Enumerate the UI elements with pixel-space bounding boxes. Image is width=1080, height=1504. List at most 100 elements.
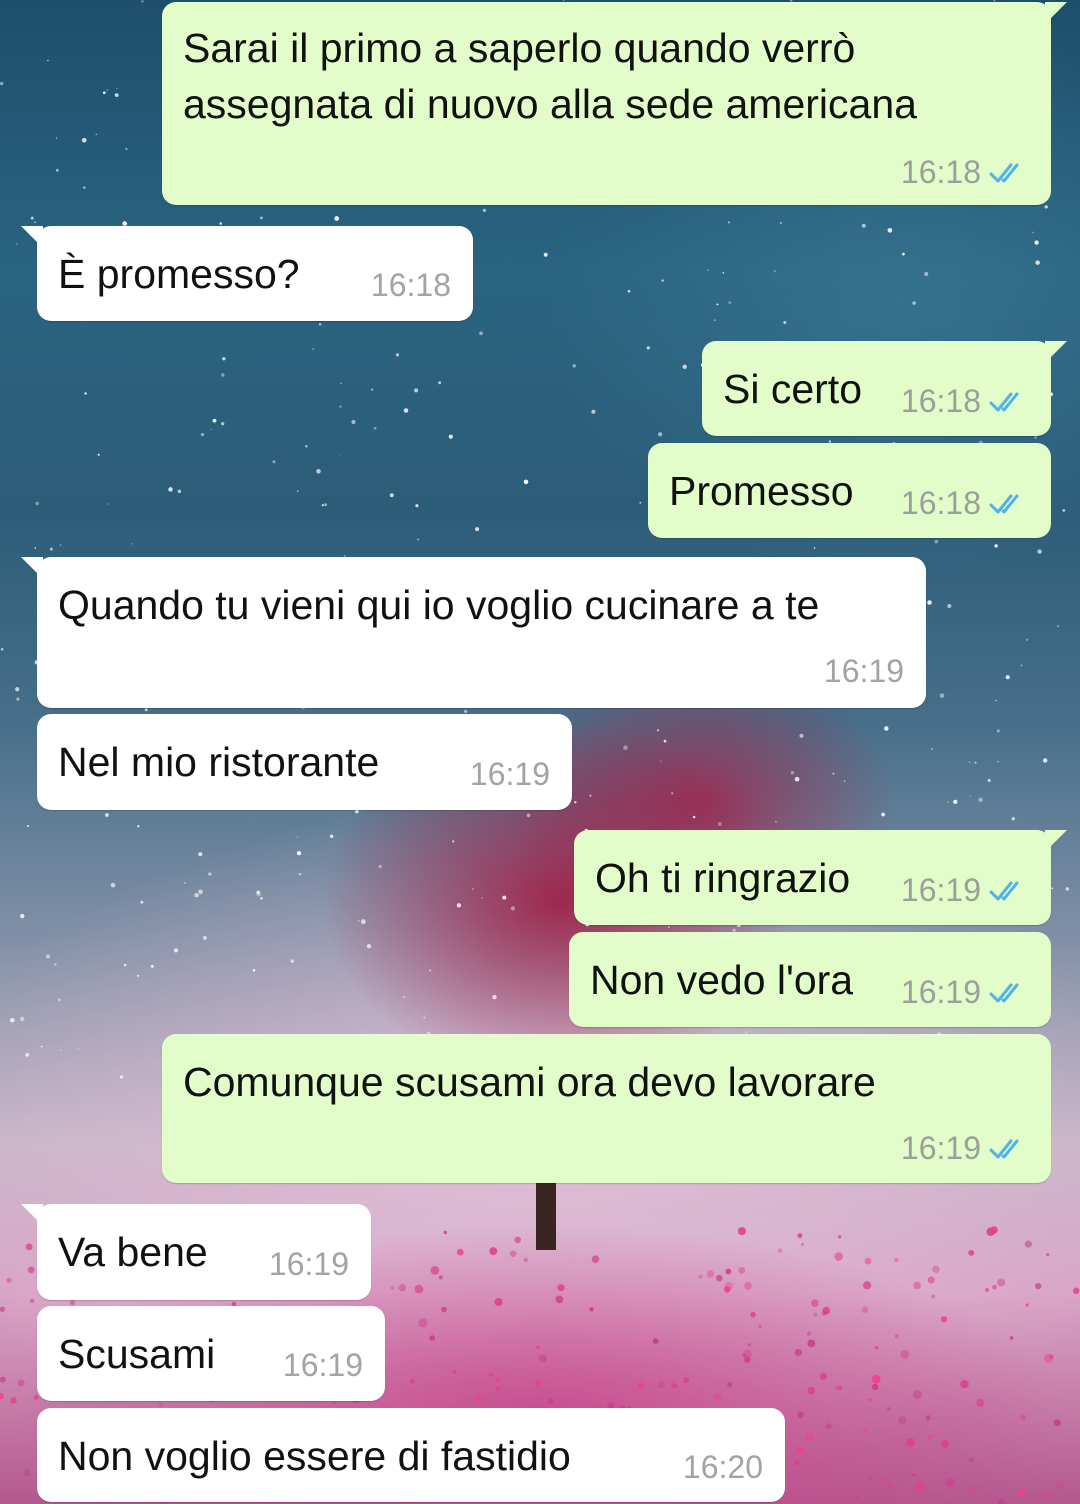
message-text: Scusami: [58, 1331, 216, 1377]
heather-dot: [69, 1300, 75, 1306]
star-dot: [15, 687, 20, 692]
star-dot: [627, 289, 631, 293]
star-dot: [887, 227, 893, 233]
double-check-icon: [989, 392, 1019, 411]
heather-dot: [724, 1286, 731, 1293]
star-dot: [403, 408, 409, 413]
heather-dot: [784, 1498, 790, 1503]
heather-dot: [1025, 1303, 1029, 1307]
star-dot: [902, 252, 905, 256]
message-bubble-outgoing[interactable]: Sarai il primo a saperlo quando verrò as…: [162, 2, 1067, 205]
star-dot: [543, 252, 548, 257]
star-dot: [25, 1052, 30, 1057]
star-dot: [996, 729, 1000, 733]
star-dot: [355, 809, 359, 814]
heather-dot: [538, 1354, 547, 1363]
heather-dot: [514, 1236, 522, 1244]
heather-dot: [794, 1460, 800, 1466]
star-dot: [296, 490, 299, 492]
heather-dot: [992, 1284, 997, 1290]
star-dot: [978, 797, 983, 802]
message-bubble-outgoing[interactable]: Si certo 16:18: [702, 341, 1067, 436]
message-bubble-outgoing[interactable]: Non vedo l'ora 16:19: [569, 932, 1051, 1027]
star-dot: [994, 544, 998, 548]
heather-dot: [900, 1350, 910, 1359]
star-dot: [298, 872, 302, 876]
double-check-icon: [989, 881, 1019, 900]
message-bubble-outgoing[interactable]: Oh ti ringrazio 16:19: [574, 830, 1067, 925]
heather-dot: [825, 1423, 832, 1430]
star-dot: [296, 851, 302, 856]
message-bubble-incoming[interactable]: Non voglio essere di fastidio 16:20: [37, 1408, 785, 1502]
star-dot: [177, 489, 182, 494]
heather-dot: [946, 1478, 955, 1488]
heather-dot: [488, 1373, 493, 1378]
message-bubble-outgoing[interactable]: Promesso 16:18: [648, 443, 1051, 538]
message-text: Sarai il primo a saperlo quando verrò as…: [183, 25, 917, 127]
heather-dot: [750, 1311, 756, 1318]
double-check-icon: [989, 983, 1019, 1002]
heather-dot: [727, 1381, 733, 1388]
message-bubble-incoming[interactable]: È promesso? 16:18: [21, 226, 473, 321]
heather-dot: [796, 1446, 804, 1454]
star-dot: [969, 795, 971, 798]
heather-dot: [800, 1242, 805, 1246]
double-check-icon: [989, 494, 1019, 513]
star-dot: [692, 815, 696, 819]
star-dot: [1025, 638, 1029, 641]
star-dot: [472, 888, 474, 890]
heather-dot: [1024, 1240, 1032, 1248]
star-dot: [59, 544, 62, 546]
star-dot: [184, 882, 186, 884]
star-dot: [479, 331, 483, 336]
star-dot: [194, 892, 199, 898]
star-dot: [912, 301, 916, 305]
message-bubble-incoming[interactable]: Scusami 16:19: [37, 1306, 385, 1401]
heather-dot: [861, 1306, 869, 1314]
heather-dot: [811, 1299, 819, 1307]
star-dot: [402, 995, 406, 999]
star-dot: [378, 864, 382, 869]
heather-dot: [495, 1376, 501, 1382]
heather-dot: [976, 1399, 985, 1407]
heather-dot: [807, 1386, 816, 1395]
heather-dot: [509, 1250, 517, 1257]
star-dot: [1044, 205, 1048, 209]
star-dot: [107, 503, 109, 505]
message-bubble-outgoing[interactable]: Comunque scusami ora devo lavorare 16:19: [162, 1034, 1051, 1183]
star-dot: [144, 708, 148, 712]
message-bubble-incoming[interactable]: Nel mio ristorante 16:19: [37, 714, 572, 810]
star-dot: [19, 1016, 25, 1022]
star-dot: [482, 208, 487, 213]
heather-dot: [536, 1345, 540, 1349]
message-meta: 16:18: [901, 154, 1029, 191]
star-dot: [953, 799, 958, 805]
star-dot: [321, 504, 324, 507]
heather-dot: [931, 1294, 936, 1299]
star-dot: [125, 147, 128, 151]
heather-dot: [537, 1228, 546, 1237]
star-dot: [1035, 260, 1040, 265]
star-dot: [947, 801, 949, 803]
star-dot: [727, 221, 730, 224]
star-dot: [574, 801, 577, 804]
message-bubble-incoming[interactable]: Quando tu vieni qui io voglio cucinare a…: [21, 557, 926, 708]
heather-dot: [886, 1406, 891, 1412]
heather-dot: [23, 1469, 31, 1477]
heather-dot: [671, 1382, 678, 1389]
heather-dot: [868, 1476, 873, 1482]
heather-dot: [794, 1349, 802, 1357]
star-dot: [646, 346, 650, 350]
star-dot: [1065, 887, 1069, 891]
heather-dot: [758, 1324, 762, 1329]
star-dot: [930, 747, 933, 750]
star-dot: [60, 1049, 62, 1052]
heather-dot: [443, 1230, 447, 1235]
star-dot: [173, 948, 179, 953]
star-dot: [210, 428, 212, 431]
star-dot: [34, 221, 36, 223]
message-meta: 16:19: [470, 756, 550, 793]
message-bubble-incoming[interactable]: Va bene 16:19: [21, 1204, 371, 1300]
heather-dot: [834, 1252, 844, 1261]
star-dot: [40, 1045, 43, 1048]
